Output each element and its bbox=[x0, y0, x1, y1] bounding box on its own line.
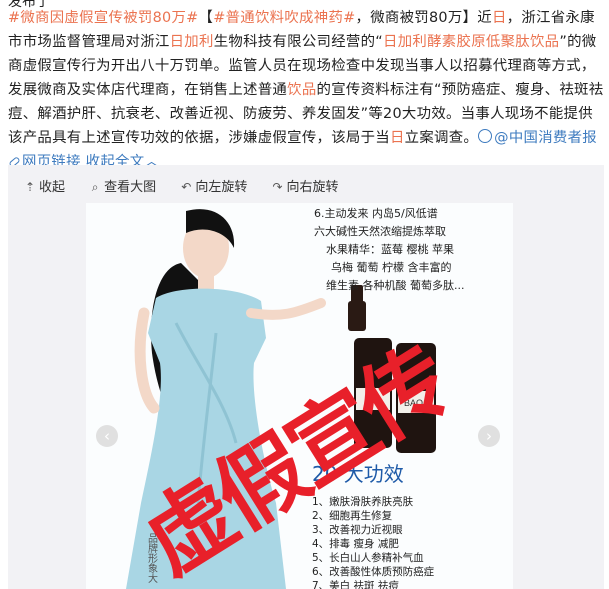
keyword-link-day-2[interactable]: 日 bbox=[390, 130, 405, 146]
source-mention-link[interactable]: @中国消费者报 bbox=[478, 129, 597, 146]
globe-icon bbox=[478, 129, 493, 143]
headline-bracket: 【 bbox=[198, 10, 214, 26]
advertisement-image[interactable]: BAOA 6.主动发来 内岛5/风低谱 六大碱性天然浓缩提炼萃取 水果精华：蓝莓… bbox=[86, 203, 513, 589]
collapse-image-button[interactable]: ⇡ 收起 bbox=[24, 176, 65, 195]
small-bottle-body bbox=[348, 301, 366, 331]
collapse-image-label: 收起 bbox=[39, 180, 66, 195]
source-mention-label: @中国消费者报 bbox=[494, 130, 597, 146]
rotate-left-icon: ↶ bbox=[181, 180, 192, 194]
chevron-right-icon: › bbox=[486, 427, 492, 445]
model-neck bbox=[198, 273, 214, 291]
post-text-e: 立案调查。 bbox=[404, 130, 479, 146]
benefit-4: 4、排毒 瘦身 减肥 bbox=[312, 537, 399, 550]
ingredient-line-5: 维生素 各种机酸 葡萄多肽... bbox=[326, 278, 464, 292]
collapse-up-icon: ⇡ bbox=[24, 180, 36, 194]
rotate-right-button[interactable]: ↷ 向右旋转 bbox=[271, 176, 338, 195]
rotate-right-label: 向右旋转 bbox=[286, 180, 339, 195]
post-body: #微商因虚假宣传被罚80万#【#普通饮料吹成神药#，微商被罚80万】近日，浙江省… bbox=[8, 6, 604, 174]
chevron-left-icon: ‹ bbox=[104, 427, 110, 445]
view-large-button[interactable]: ⌕ 查看大图 bbox=[89, 176, 156, 195]
ingredient-line-3: 水果精华：蓝莓 樱桃 苹果 bbox=[326, 242, 454, 256]
benefit-2: 2、细胞再生修复 bbox=[312, 509, 393, 522]
keyword-link-company[interactable]: 日加利 bbox=[170, 34, 214, 50]
keyword-link-product[interactable]: 日加利酵素胶原低聚肽饮品 bbox=[383, 34, 559, 50]
keyword-link-day[interactable]: 日 bbox=[492, 10, 507, 26]
benefit-7: 7、美白 祛斑 祛痘 bbox=[312, 579, 399, 589]
hashtag-link-1[interactable]: #微商因虚假宣传被罚80万# bbox=[8, 10, 199, 26]
hashtag-link-2[interactable]: #普通饮料吹成神药# bbox=[213, 10, 355, 26]
media-toolbar: ⇡ 收起 ⌕ 查看大图 ↶ 向左旋转 ↷ 向右旋转 bbox=[24, 176, 358, 195]
ingredient-line-4: 乌梅 葡萄 柠檬 含丰富的 bbox=[331, 260, 452, 274]
headline-rest: ，微商被罚80万】近 bbox=[355, 10, 492, 26]
keyword-link-drink[interactable]: 饮品 bbox=[287, 82, 316, 98]
next-image-button[interactable]: › bbox=[478, 425, 500, 447]
ingredient-line-2: 六大碱性天然浓缩提炼萃取 bbox=[314, 224, 446, 238]
ingredient-line-1: 6.主动发来 内岛5/风低谱 bbox=[314, 206, 438, 220]
rotate-left-button[interactable]: ↶ 向左旋转 bbox=[180, 176, 247, 195]
view-large-label: 查看大图 bbox=[104, 180, 157, 195]
benefit-3: 3、改善视力近视眼 bbox=[312, 523, 403, 536]
rotate-left-label: 向左旋转 bbox=[195, 180, 248, 195]
post-text-b: 生物科技有限公司经营的“ bbox=[213, 34, 384, 50]
benefit-5: 5、长白山人参精补气血 bbox=[312, 551, 424, 564]
previous-image-button[interactable]: ‹ bbox=[96, 425, 118, 447]
benefit-6: 6、改善酸性体质预防癌症 bbox=[312, 565, 435, 578]
magnifier-icon: ⌕ bbox=[91, 180, 99, 194]
ad-artwork: BAOA 6.主动发来 内岛5/风低谱 六大碱性天然浓缩提炼萃取 水果精华：蓝莓… bbox=[86, 203, 513, 589]
rotate-right-icon: ↷ bbox=[272, 180, 283, 194]
